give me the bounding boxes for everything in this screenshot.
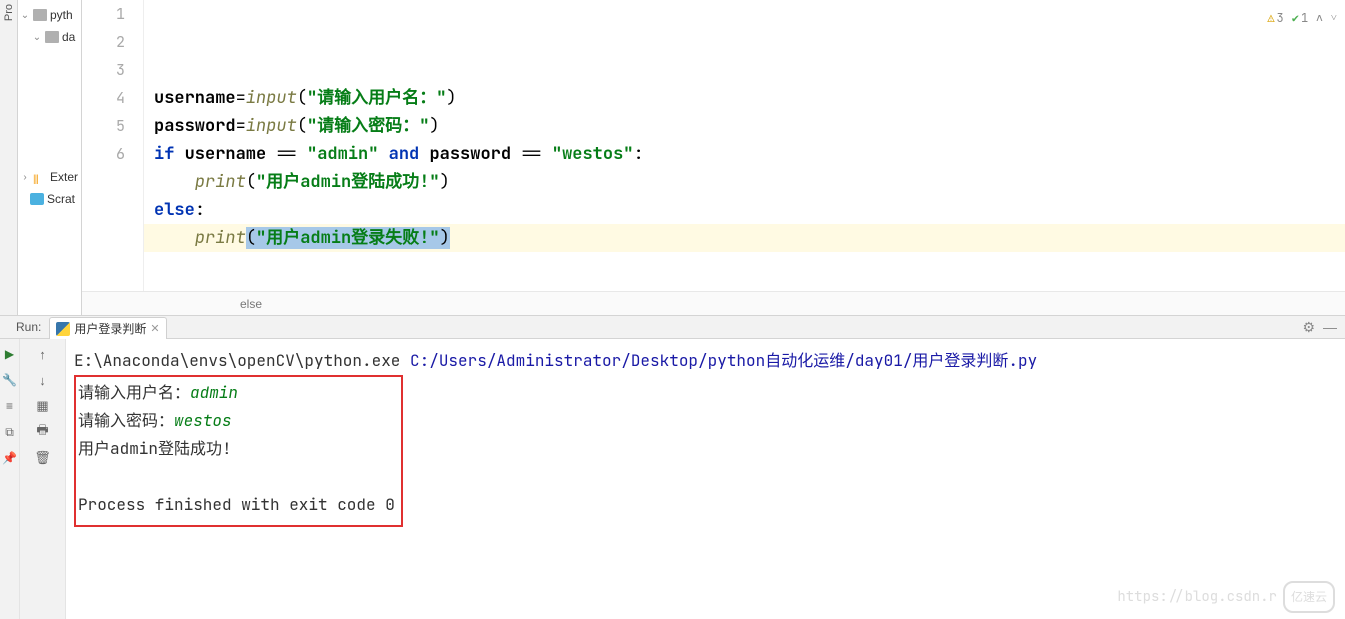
chevron-right-icon[interactable]: › — [20, 172, 30, 183]
library-icon — [33, 171, 47, 183]
inspection-badges[interactable]: 3 1 ʌ ˅ — [1267, 4, 1337, 32]
stop-icon[interactable]: ≡ — [3, 399, 17, 413]
line-gutter[interactable]: 1 2 3 4 5 6 — [82, 0, 144, 291]
editor-panel: 1 2 3 4 5 6 3 1 ʌ ˅ username=input("请输入用… — [82, 0, 1345, 315]
line-number[interactable]: 1 — [82, 0, 125, 28]
gear-icon[interactable]: ⚙ — [1302, 319, 1315, 336]
tree-label: da — [62, 30, 75, 44]
watermark: https://blog.csdn.r 亿速云 — [1117, 581, 1335, 613]
tree-folder[interactable]: ⌄ da — [18, 26, 81, 48]
line-number[interactable]: 4 — [82, 84, 125, 112]
breadcrumb[interactable]: else — [82, 291, 1345, 315]
tree-label: Exter — [50, 170, 78, 184]
tree-label: Scrat — [47, 192, 75, 206]
tree-folder[interactable]: ⌄ pyth — [18, 4, 81, 26]
wrench-icon[interactable]: 🔧 — [3, 373, 17, 387]
rerun-icon[interactable]: ▶ — [3, 347, 17, 361]
run-label: Run: — [16, 320, 41, 334]
down-icon[interactable]: ↓ — [36, 373, 50, 387]
run-toolwindow-header[interactable]: Run: 用户登录判断 ✕ ⚙ — — [0, 315, 1345, 339]
console-line: 用户admin登陆成功! — [78, 435, 395, 463]
console-line: 请输入密码：westos — [78, 407, 395, 435]
console-line: Process finished with exit code 0 — [78, 491, 395, 519]
line-number[interactable]: 2 — [82, 28, 125, 56]
scratch-icon — [30, 193, 44, 205]
ok-badge[interactable]: 1 — [1292, 4, 1308, 32]
code-line[interactable]: print("用户admin登陆成功!") — [154, 168, 1345, 196]
run-side-icons: ↑ ↓ ▦ 🖶 🗑 — [20, 339, 66, 619]
pin-icon[interactable]: 📌 — [3, 451, 17, 465]
project-tool-strip[interactable]: Pro — [0, 0, 18, 315]
project-strip-label: Pro — [3, 4, 15, 21]
console-line: 请输入用户名：admin — [78, 379, 395, 407]
chevron-down-icon[interactable]: ˅ — [1331, 4, 1337, 32]
filter-icon[interactable]: ▦ — [36, 399, 50, 413]
chevron-up-icon[interactable]: ʌ — [1316, 4, 1323, 32]
line-number[interactable]: 6 — [82, 140, 125, 168]
scratches[interactable]: Scrat — [18, 188, 81, 210]
run-tab[interactable]: 用户登录判断 ✕ — [49, 317, 166, 339]
up-icon[interactable]: ↑ — [36, 347, 50, 361]
run-left-gutter: ▶ 🔧 ≡ ⧉ 📌 — [0, 339, 20, 619]
code-line[interactable]: if username == "admin" and password == "… — [154, 140, 1345, 168]
tree-label: pyth — [50, 8, 73, 22]
project-tree[interactable]: ⌄ pyth ⌄ da › Exter Scrat — [18, 0, 82, 315]
line-number[interactable]: 3 — [82, 56, 125, 84]
watermark-brand: 亿速云 — [1283, 581, 1335, 613]
line-number[interactable]: 5 — [82, 112, 125, 140]
code-line[interactable]: username=input("请输入用户名：") — [154, 84, 1345, 112]
chevron-down-icon[interactable]: ⌄ — [20, 10, 30, 21]
breadcrumb-text: else — [240, 297, 262, 311]
warning-badge[interactable]: 3 — [1267, 4, 1283, 32]
external-libraries[interactable]: › Exter — [18, 166, 81, 188]
code-line[interactable]: else: — [154, 196, 1345, 224]
run-tab-title: 用户登录判断 — [74, 320, 146, 337]
trash-icon[interactable]: 🗑 — [36, 451, 50, 465]
chevron-down-icon[interactable]: ⌄ — [32, 32, 42, 43]
code-editor[interactable]: 3 1 ʌ ˅ username=input("请输入用户名：")passwor… — [144, 0, 1345, 291]
run-console[interactable]: E:\Anaconda\envs\openCV\python.exe C:/Us… — [66, 339, 1345, 619]
folder-icon — [45, 31, 59, 43]
code-line[interactable]: print("用户admin登录失败!") — [144, 224, 1345, 252]
command-line: E:\Anaconda\envs\openCV\python.exe C:/Us… — [74, 347, 1337, 375]
folder-icon — [33, 9, 47, 21]
python-icon — [56, 322, 70, 336]
minimize-icon[interactable]: — — [1323, 319, 1337, 335]
watermark-url: https://blog.csdn.r — [1117, 583, 1277, 611]
console-output-box: 请输入用户名：admin请输入密码：westos用户admin登陆成功! Pro… — [74, 375, 403, 527]
code-line[interactable]: password=input("请输入密码：") — [154, 112, 1345, 140]
layout-icon[interactable]: ⧉ — [3, 425, 17, 439]
console-line — [78, 463, 395, 491]
print-icon[interactable]: 🖶 — [36, 425, 50, 439]
close-icon[interactable]: ✕ — [150, 322, 159, 335]
